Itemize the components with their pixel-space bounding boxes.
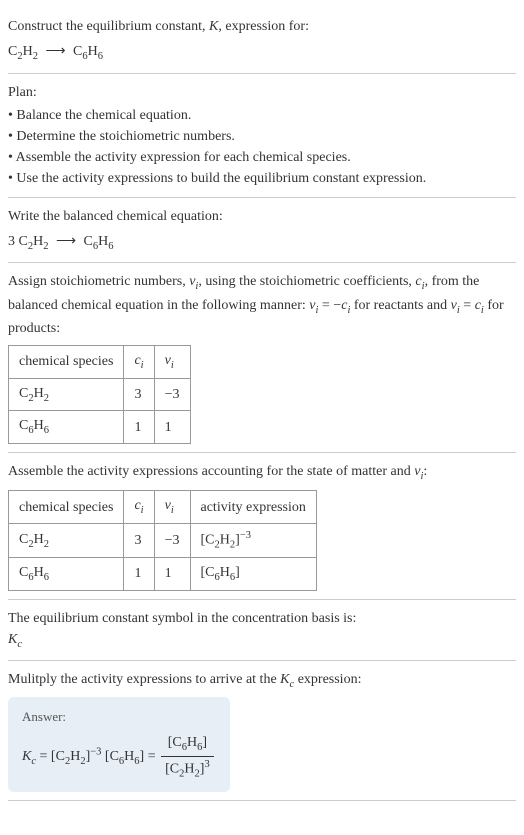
cell-species: C6H6 [9, 411, 124, 444]
header-c: ci [124, 346, 154, 379]
coefficient: 3 [8, 234, 15, 249]
table-row: C2H2 3 −3 [C2H2]−3 [9, 523, 317, 557]
activity-table: chemical species ci νi activity expressi… [8, 490, 317, 590]
cell-activity: [C6H6] [190, 558, 316, 591]
plan-item: • Use the activity expressions to build … [8, 168, 516, 189]
cell-c: 3 [124, 523, 154, 557]
cell-activity: [C2H2]−3 [190, 523, 316, 557]
intro-section: Construct the equilibrium constant, K, e… [8, 8, 516, 74]
K-symbol: K [209, 19, 218, 34]
plan-item: • Assemble the activity expression for e… [8, 147, 516, 168]
c-symbol: ci [415, 274, 424, 289]
table-header-row: chemical species ci νi activity expressi… [9, 491, 317, 524]
assign-section: Assign stoichiometric numbers, νi, using… [8, 263, 516, 453]
symbol-section: The equilibrium constant symbol in the c… [8, 600, 516, 662]
header-species: chemical species [9, 346, 124, 379]
header-activity: activity expression [190, 491, 316, 524]
header-species: chemical species [9, 491, 124, 524]
cell-nu: 1 [154, 411, 190, 444]
cell-species: C2H2 [9, 523, 124, 557]
species-c6h6: C6H6 [84, 234, 114, 249]
table-row: C6H6 1 1 [9, 411, 191, 444]
plan-item: • Balance the chemical equation. [8, 105, 516, 126]
symbol-text: The equilibrium constant symbol in the c… [8, 608, 516, 629]
assemble-text: Assemble the activity expressions accoun… [8, 464, 414, 479]
species-c2h2: C2H2 [19, 234, 49, 249]
assign-text: , using the stoichiometric coefficients, [198, 274, 415, 289]
reaction-arrow-icon: ⟶ [45, 41, 65, 62]
header-c: ci [124, 491, 154, 524]
kc-symbol: Kc [280, 672, 294, 687]
c-eq2: ci [475, 298, 484, 313]
table-row: C2H2 3 −3 [9, 378, 191, 411]
cell-species: C2H2 [9, 378, 124, 411]
plan-list: • Balance the chemical equation. • Deter… [8, 105, 516, 189]
unbalanced-equation: C2H2 ⟶ C6H6 [8, 41, 516, 65]
balanced-section: Write the balanced chemical equation: 3 … [8, 198, 516, 264]
header-nu: νi [154, 491, 190, 524]
balanced-label: Write the balanced chemical equation: [8, 206, 516, 227]
kc-symbol: Kc [8, 629, 516, 653]
cell-c: 1 [124, 411, 154, 444]
table-header-row: chemical species ci νi [9, 346, 191, 379]
plan-label: Plan: [8, 82, 516, 103]
fraction: [C6H6][C2H2]3 [161, 732, 214, 782]
plan-item: • Determine the stoichiometric numbers. [8, 126, 516, 147]
cell-c: 1 [124, 558, 154, 591]
eq-sign: = − [318, 298, 341, 313]
denominator: [C2H2]3 [161, 757, 214, 782]
assemble-text2: : [423, 464, 427, 479]
multiply-text2: expression: [294, 672, 361, 687]
answer-box: Answer: Kc = [C2H2]−3 [C6H6] = [C6H6][C2… [8, 697, 230, 792]
cell-nu: −3 [154, 378, 190, 411]
answer-equation: Kc = [C2H2]−3 [C6H6] = [C6H6][C2H2]3 [22, 732, 216, 782]
nu-eq2: νi [451, 298, 460, 313]
intro-text2: , expression for: [218, 19, 309, 34]
answer-label: Answer: [22, 707, 216, 727]
species-c2h2: C2H2 [8, 44, 38, 59]
header-nu: νi [154, 346, 190, 379]
multiply-text: Mulitply the activity expressions to arr… [8, 672, 280, 687]
stoich-table: chemical species ci νi C2H2 3 −3 C6H6 1 … [8, 345, 191, 444]
species-c6h6: C6H6 [73, 44, 103, 59]
balanced-equation: 3 C2H2 ⟶ C6H6 [8, 231, 516, 255]
c-eq: ci [341, 298, 350, 313]
assemble-section: Assemble the activity expressions accoun… [8, 453, 516, 600]
assign-text: for reactants and [350, 298, 450, 313]
plan-section: Plan: • Balance the chemical equation. •… [8, 74, 516, 198]
cell-nu: −3 [154, 523, 190, 557]
cell-nu: 1 [154, 558, 190, 591]
reaction-arrow-icon: ⟶ [56, 231, 76, 252]
cell-species: C6H6 [9, 558, 124, 591]
cell-c: 3 [124, 378, 154, 411]
intro-text: Construct the equilibrium constant, [8, 19, 209, 34]
assign-text: Assign stoichiometric numbers, [8, 274, 189, 289]
table-row: C6H6 1 1 [C6H6] [9, 558, 317, 591]
numerator: [C6H6] [161, 732, 214, 757]
eq-sign2: = [460, 298, 475, 313]
multiply-section: Mulitply the activity expressions to arr… [8, 661, 516, 801]
nu-symbol: νi [189, 274, 198, 289]
